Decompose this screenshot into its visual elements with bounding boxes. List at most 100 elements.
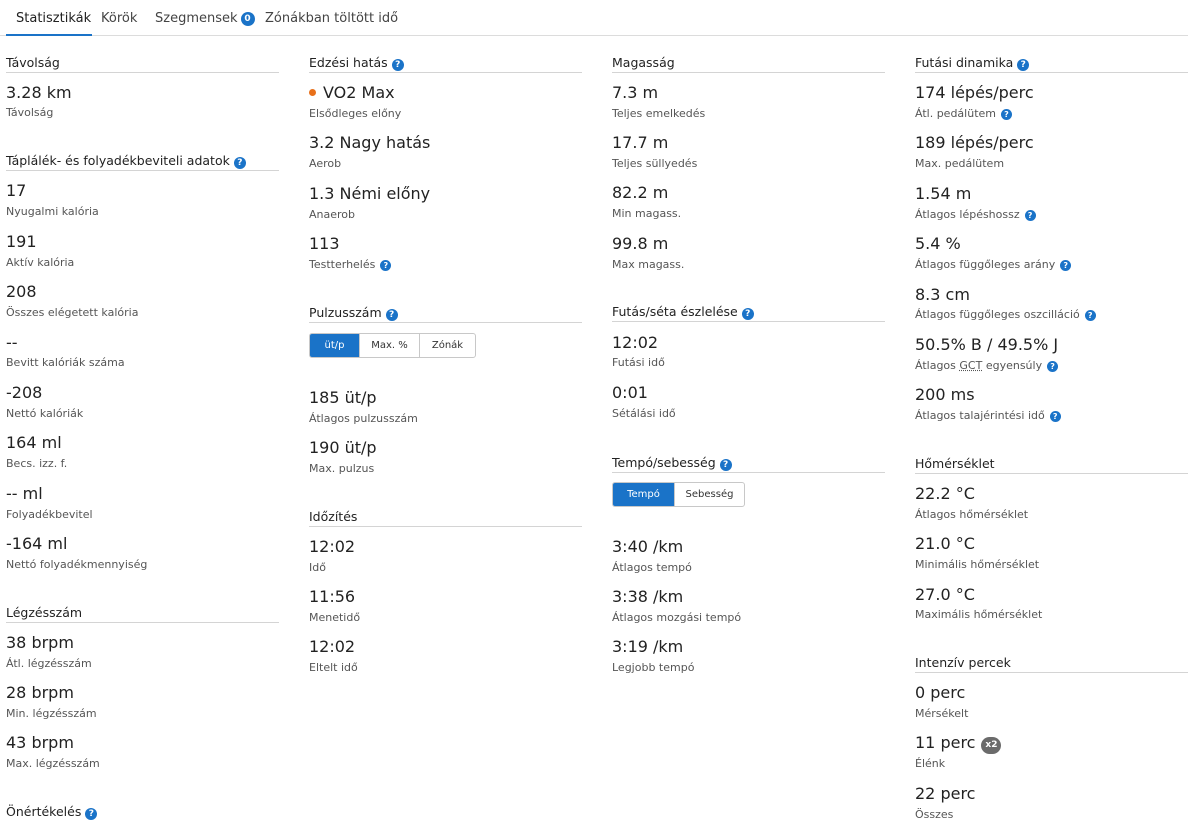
tab-segments[interactable]: Szegmensek 0	[155, 11, 255, 26]
stat-value: 12:02	[309, 637, 356, 656]
stat-value: 1.3 Némi előny	[309, 184, 431, 203]
stat-value: 11:56	[309, 587, 356, 606]
stat-label: Átlagos hőmérséklet	[915, 508, 1029, 521]
stat-label: Eltelt idő	[309, 661, 358, 674]
stat-value: 5.4 %	[915, 234, 961, 253]
section-title-text: Táplálék- és folyadékbeviteli adatok	[6, 153, 230, 168]
vigorous-minutes-value: 11 perc	[915, 733, 976, 752]
stat-label: Elsődleges előny	[309, 107, 402, 120]
toggle-bpm[interactable]: üt/p	[310, 334, 359, 357]
stat-value: 208	[6, 282, 37, 301]
stat-value: 7.3 m	[612, 83, 659, 102]
stat-label: Mérsékelt	[915, 707, 969, 720]
stat-label: Maximális hőmérséklet	[915, 608, 1043, 621]
stat-value: 191	[6, 232, 37, 251]
stat-label: Nettó kalóriák	[6, 407, 84, 420]
segments-count-badge: 0	[240, 12, 255, 26]
stat-value: 113	[309, 234, 340, 253]
stat-label: Átlagos lépéshossz?	[915, 208, 1036, 221]
section-title-heart-rate: Pulzusszám?	[309, 306, 582, 323]
section-title-temperature: Hőmérséklet	[915, 457, 1188, 474]
stat-value: 12:02	[612, 333, 659, 352]
stat-value: 17	[6, 181, 27, 200]
help-icon[interactable]: ?	[380, 260, 392, 271]
stat-value: 3.28 km	[6, 83, 72, 102]
stat-value: 8.3 cm	[915, 285, 970, 304]
help-icon[interactable]: ?	[85, 808, 98, 820]
primary-benefit-value: VO2 Max	[323, 83, 395, 102]
tab-statistics[interactable]: Statisztikák	[16, 11, 91, 26]
stat-value: 200 ms	[915, 385, 975, 404]
help-icon[interactable]: ?	[1017, 59, 1030, 71]
stat-label: Idő	[309, 561, 326, 574]
stat-value: 27.0 °C	[915, 585, 975, 604]
help-icon[interactable]: ?	[741, 308, 754, 320]
toggle-zones[interactable]: Zónák	[419, 334, 475, 357]
section-title-running-dynamics: Futási dinamika?	[915, 56, 1188, 73]
tab-time-in-zones[interactable]: Zónákban töltött idő	[265, 11, 398, 26]
pace-speed-toggle: Tempó Sebesség	[612, 482, 745, 507]
help-icon[interactable]: ?	[391, 59, 404, 71]
stat-value: 0:01	[612, 383, 648, 402]
active-tab-indicator	[6, 34, 92, 36]
stat-value: 1.54 m	[915, 184, 972, 203]
heart-rate-unit-toggle: üt/p Max. % Zónák	[309, 333, 476, 358]
toggle-speed[interactable]: Sebesség	[674, 483, 744, 506]
section-title-run-walk-detection: Futás/séta észlelése?	[612, 305, 885, 322]
tab-bar: Statisztikák Körök Szegmensek 0 Zónákban …	[0, 0, 1188, 36]
stat-label: Min. légzésszám	[6, 707, 97, 720]
stat-label: Összes	[915, 808, 954, 820]
stat-value: 28 brpm	[6, 683, 74, 702]
section-title-text: Tempó/sebesség	[612, 455, 716, 470]
stat-label-text: Átl. pedálütem	[915, 107, 996, 120]
toggle-pace[interactable]: Tempó	[613, 483, 674, 506]
stat-label: Átl. légzésszám	[6, 657, 92, 670]
stat-value: 38 brpm	[6, 633, 74, 652]
stat-value: 164 ml	[6, 433, 62, 452]
stat-label-text: Átlagos talajérintési idő	[915, 409, 1045, 422]
help-icon[interactable]: ?	[1001, 109, 1012, 120]
stat-label: Teljes süllyedés	[612, 157, 698, 170]
stat-value: 3:19 /km	[612, 637, 684, 656]
help-icon[interactable]: ?	[1084, 310, 1096, 321]
help-icon[interactable]: ?	[1060, 260, 1072, 271]
help-icon[interactable]: ?	[719, 459, 732, 471]
help-icon[interactable]: ?	[1024, 210, 1036, 221]
stat-label: Nettó folyadékmennyiség	[6, 558, 148, 571]
section-title-text: Önértékelés	[6, 804, 82, 819]
help-icon[interactable]: ?	[385, 309, 398, 321]
stat-label: Max. légzésszám	[6, 757, 100, 770]
stat-value: 17.7 m	[612, 133, 669, 152]
section-title-pace-speed: Tempó/sebesség?	[612, 456, 885, 473]
stat-value: 22 perc	[915, 784, 976, 803]
stat-label: Aktív kalória	[6, 256, 75, 269]
stat-value: VO2 Max	[309, 83, 395, 103]
stat-value: -164 ml	[6, 534, 68, 553]
section-title-text: Futás/séta észlelése	[612, 304, 738, 319]
stat-label: Anaerob	[309, 208, 355, 221]
stat-value: 185 üt/p	[309, 388, 377, 407]
stat-label: Átlagos pulzusszám	[309, 412, 418, 425]
stat-value: 50.5% B / 49.5% J	[915, 335, 1059, 354]
help-icon[interactable]: ?	[1047, 361, 1059, 372]
help-icon[interactable]: ?	[1049, 411, 1061, 422]
gct-abbreviation[interactable]: GCT	[959, 359, 982, 372]
section-title-text: Edzési hatás	[309, 55, 388, 70]
stat-value: 3:40 /km	[612, 537, 684, 556]
stat-value: 3:38 /km	[612, 587, 684, 606]
toggle-max-percent[interactable]: Max. %	[359, 334, 419, 357]
stat-label: Összes elégetett kalória	[6, 306, 139, 319]
stat-label: Max. pulzus	[309, 462, 375, 475]
stat-label: Átlagos függőleges arány?	[915, 258, 1072, 271]
section-title-timing: Időzítés	[309, 510, 582, 527]
section-title-self-evaluation: Önértékelés?	[6, 805, 279, 820]
stat-label-text: Átlagos függőleges arány	[915, 258, 1056, 271]
help-icon[interactable]: ?	[233, 157, 246, 169]
section-title-text: Intenzív percek	[915, 655, 1011, 670]
stat-value: 21.0 °C	[915, 534, 975, 553]
stat-label: Nyugalmi kalória	[6, 205, 99, 218]
stat-label: Max. pedálütem	[915, 157, 1005, 170]
stat-value: 12:02	[309, 537, 356, 556]
stat-label: Átl. pedálütem?	[915, 107, 1012, 120]
tab-laps[interactable]: Körök	[101, 11, 137, 26]
